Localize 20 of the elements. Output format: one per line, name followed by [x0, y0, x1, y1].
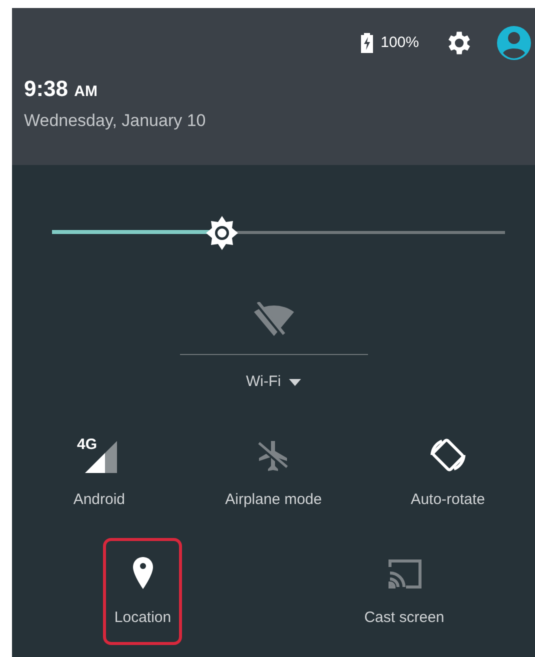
tile-label: Cast screen [364, 608, 444, 628]
dropdown-caret-icon[interactable] [288, 378, 301, 386]
user-avatar-icon[interactable] [497, 26, 531, 60]
tile-label: Android [73, 490, 126, 510]
battery-percentage: 100% [380, 32, 419, 53]
wifi-off-icon[interactable] [252, 302, 296, 338]
wifi-dropdown[interactable]: Wi-Fi [246, 371, 301, 394]
quick-settings-tile[interactable]: Cast screen [353, 538, 456, 644]
brightness-slider[interactable] [52, 216, 505, 250]
quick-settings-tile[interactable]: Auto-rotate [400, 420, 496, 526]
quick-settings-tile[interactable]: 4G Android [62, 420, 136, 526]
tile-label: Airplane mode [225, 490, 322, 510]
tile-label: Location [114, 608, 172, 628]
battery-charging-icon [360, 33, 373, 53]
tile-label: Auto-rotate [410, 490, 485, 510]
quick-settings-tile[interactable]: Airplane mode [214, 420, 333, 526]
date-text: Wednesday, January 10 [24, 110, 207, 132]
brightness-thumb-icon[interactable] [204, 216, 239, 250]
clock-time: 9:38 AM [24, 78, 98, 100]
quick-settings-tile[interactable]: Location [103, 538, 182, 644]
